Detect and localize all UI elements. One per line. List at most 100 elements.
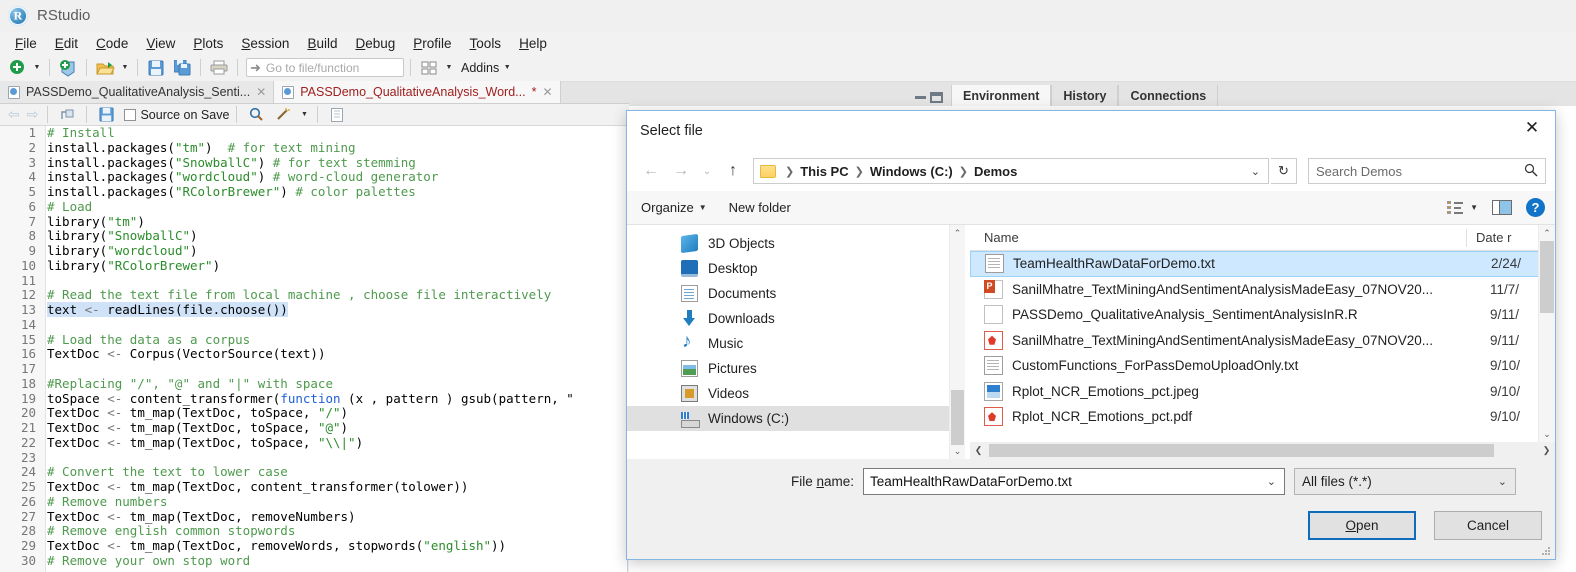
- close-icon[interactable]: ✕: [1509, 111, 1555, 145]
- sidebar-item-windows-c[interactable]: Windows (C:): [627, 406, 965, 431]
- save-icon[interactable]: [144, 57, 168, 79]
- code-line[interactable]: # Remove english common stopwords: [47, 523, 627, 539]
- chevron-down-icon[interactable]: ⌄: [1243, 165, 1268, 178]
- sidebar-item-downloads[interactable]: Downloads: [627, 306, 965, 331]
- tab-environment[interactable]: Environment: [951, 85, 1052, 106]
- menu-session[interactable]: Session: [232, 34, 298, 53]
- breadcrumb-item-demos[interactable]: Demos: [974, 164, 1017, 179]
- code-line[interactable]: toSpace <- content_transformer(function …: [47, 391, 627, 407]
- minimize-pane-icon[interactable]: [915, 96, 926, 99]
- sidebar-item-pictures[interactable]: Pictures: [627, 356, 965, 381]
- chevron-down-icon[interactable]: ▼: [1470, 203, 1478, 212]
- code-content[interactable]: # Install install.packages("tm") # for te…: [47, 126, 627, 572]
- code-line[interactable]: # Load: [47, 199, 627, 215]
- open-button[interactable]: Open: [1308, 511, 1416, 540]
- open-folder-caret-icon[interactable]: ▼: [119, 57, 131, 79]
- save-all-icon[interactable]: [170, 57, 194, 79]
- menu-plots[interactable]: Plots: [184, 34, 232, 53]
- chevron-up-icon[interactable]: ⌃: [1539, 225, 1555, 241]
- code-line[interactable]: TextDoc <- tm_map(TextDoc, content_trans…: [47, 479, 627, 495]
- open-folder-icon[interactable]: [93, 57, 117, 79]
- source-tab-sentiment[interactable]: PASSDemo_QualitativeAnalysis_Senti... ✕: [0, 81, 275, 103]
- table-row[interactable]: PASSDemo_QualitativeAnalysis_SentimentAn…: [970, 302, 1555, 328]
- addins-button[interactable]: Addins: [461, 61, 499, 75]
- code-line[interactable]: [47, 274, 627, 289]
- sidebar-item-music[interactable]: Music: [627, 331, 965, 356]
- organize-button[interactable]: Organize ▼: [641, 200, 707, 215]
- new-file-icon[interactable]: [5, 57, 29, 79]
- sidebar-item-documents[interactable]: Documents: [627, 281, 965, 306]
- menu-view[interactable]: View: [137, 34, 184, 53]
- goto-file-function-input[interactable]: ➜ Go to file/function: [246, 58, 404, 77]
- table-row[interactable]: SanilMhatre_TextMiningAndSentimentAnalys…: [970, 328, 1555, 354]
- table-row[interactable]: CustomFunctions_ForPassDemoUploadOnly.tx…: [970, 353, 1555, 379]
- menu-tools[interactable]: Tools: [461, 34, 511, 53]
- code-line[interactable]: TextDoc <- tm_map(TextDoc, removeWords, …: [47, 538, 627, 554]
- scrollbar-thumb[interactable]: [1540, 241, 1554, 313]
- code-line[interactable]: TextDoc <- tm_map(TextDoc, toSpace, "\\|…: [47, 435, 627, 451]
- code-line[interactable]: install.packages("RColorBrewer") # color…: [47, 184, 627, 200]
- chevron-down-icon[interactable]: ⌄: [950, 443, 965, 459]
- show-in-new-window-icon[interactable]: [55, 104, 79, 126]
- code-line[interactable]: # Remove numbers: [47, 494, 627, 510]
- code-line[interactable]: # Convert the text to lower case: [47, 464, 627, 480]
- document-outline-icon[interactable]: [325, 104, 349, 126]
- help-icon[interactable]: ?: [1526, 198, 1545, 217]
- sidebar-item-videos[interactable]: Videos: [627, 381, 965, 406]
- table-row[interactable]: TeamHealthRawDataForDemo.txt 2/24/: [970, 251, 1555, 277]
- sidebar-item-desktop[interactable]: Desktop: [627, 256, 965, 281]
- forward-arrow-icon[interactable]: →: [667, 157, 695, 185]
- breadcrumb[interactable]: ❯ This PC ❯ Windows (C:) ❯ Demos ⌄: [753, 158, 1269, 184]
- refresh-icon[interactable]: ↻: [1271, 158, 1297, 184]
- new-file-caret-icon[interactable]: ▼: [31, 57, 43, 79]
- code-line[interactable]: [47, 362, 627, 377]
- menu-edit[interactable]: Edit: [46, 34, 87, 53]
- maximize-pane-icon[interactable]: [930, 92, 943, 103]
- chevron-down-icon[interactable]: ⌄: [1539, 426, 1555, 442]
- code-line[interactable]: # Remove your own stop word: [47, 553, 627, 569]
- code-line[interactable]: [47, 318, 627, 333]
- up-arrow-icon[interactable]: ↑: [719, 157, 747, 185]
- code-line[interactable]: install.packages("tm") # for text mining: [47, 140, 627, 156]
- code-line[interactable]: #Replacing "/", "@" and "|" with space: [47, 376, 627, 392]
- new-folder-button[interactable]: New folder: [729, 200, 791, 215]
- search-input[interactable]: Search Demos: [1308, 158, 1546, 184]
- magnifier-icon[interactable]: [244, 104, 268, 126]
- menu-profile[interactable]: Profile: [404, 34, 460, 53]
- close-icon[interactable]: ✕: [256, 85, 266, 99]
- code-line[interactable]: TextDoc <- tm_map(TextDoc, removeNumbers…: [47, 509, 627, 525]
- menu-file[interactable]: File: [6, 34, 46, 53]
- new-project-icon[interactable]: [56, 57, 80, 79]
- chevron-down-icon[interactable]: ⌄: [1490, 475, 1515, 488]
- code-line[interactable]: library("wordcloud"): [47, 243, 627, 259]
- preview-pane-icon[interactable]: [1492, 200, 1512, 215]
- menu-debug[interactable]: Debug: [346, 34, 404, 53]
- scrollbar-thumb[interactable]: [989, 444, 1494, 457]
- column-header-name[interactable]: Name: [984, 230, 1466, 245]
- file-list-vertical-scrollbar[interactable]: ⌃ ⌄: [1538, 225, 1555, 442]
- back-arrow-icon[interactable]: ⇦: [6, 106, 22, 123]
- code-line[interactable]: TextDoc <- tm_map(TextDoc, toSpace, "@"): [47, 420, 627, 436]
- code-line[interactable]: # Read the text file from local machine …: [47, 287, 627, 303]
- tab-connections[interactable]: Connections: [1118, 85, 1219, 106]
- close-icon[interactable]: ✕: [542, 85, 552, 99]
- chevron-left-icon[interactable]: ❮: [970, 442, 987, 459]
- scrollbar-track[interactable]: [987, 442, 1538, 459]
- scrollbar-thumb[interactable]: [951, 390, 964, 445]
- forward-arrow-icon[interactable]: ⇨: [25, 106, 41, 123]
- table-row[interactable]: Rplot_NCR_Emotions_pct.pdf 9/10/: [970, 404, 1555, 430]
- file-list-horizontal-scrollbar[interactable]: ❮ ❯: [970, 442, 1555, 459]
- table-row[interactable]: Rplot_NCR_Emotions_pct.jpeg 9/10/: [970, 379, 1555, 405]
- source-on-save-toggle[interactable]: Source on Save: [124, 108, 229, 122]
- code-line[interactable]: [47, 451, 627, 466]
- back-arrow-icon[interactable]: ←: [637, 157, 665, 185]
- chevron-down-icon[interactable]: ⌄: [1259, 475, 1284, 488]
- code-tools-icon[interactable]: [271, 104, 295, 126]
- source-tab-wordcloud[interactable]: PASSDemo_QualitativeAnalysis_Word... * ✕: [274, 81, 561, 103]
- panes-caret-icon[interactable]: ▼: [443, 57, 455, 79]
- resize-grip-icon[interactable]: [1542, 547, 1551, 556]
- view-list-button[interactable]: ▼: [1447, 200, 1478, 215]
- code-line[interactable]: install.packages("wordcloud") # word-clo…: [47, 169, 627, 185]
- file-type-select[interactable]: All files (*.*) ⌄: [1294, 468, 1516, 495]
- code-line[interactable]: library("tm"): [47, 214, 627, 230]
